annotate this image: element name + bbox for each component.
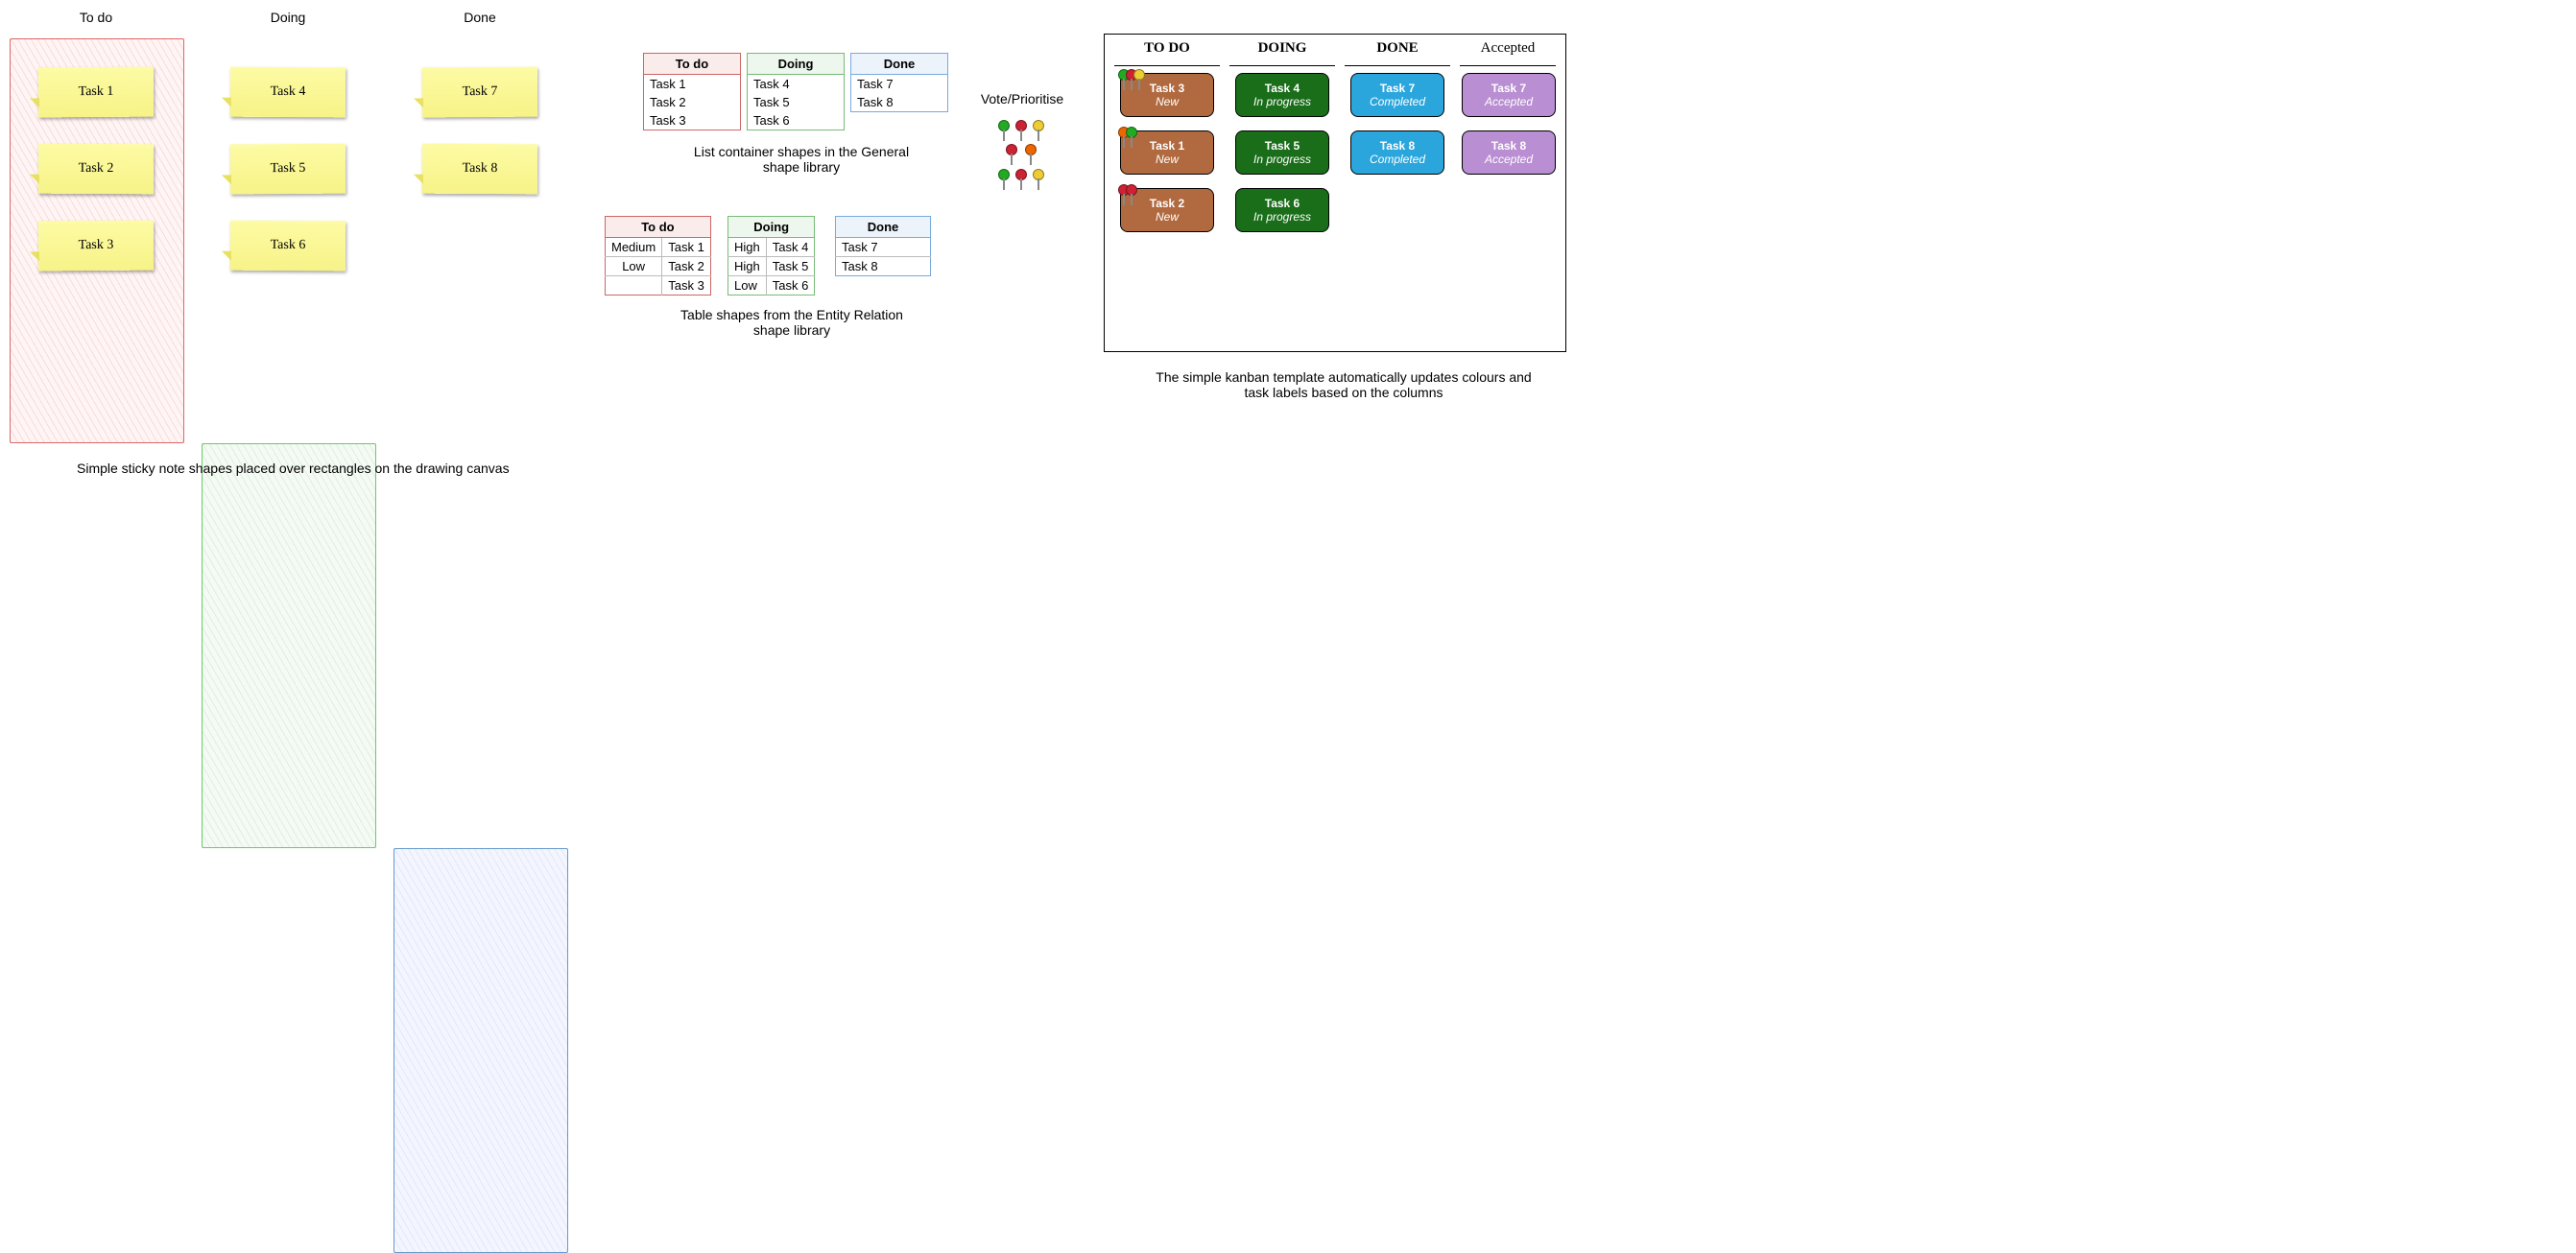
list-header: To do [644, 54, 740, 75]
column-header-todo: To do [10, 10, 182, 25]
pin-icon[interactable] [1015, 120, 1027, 131]
table-cell: Task 5 [766, 257, 815, 276]
task-card[interactable]: Task 8Accepted [1462, 130, 1556, 175]
tpl-header-doing: DOING [1229, 40, 1335, 66]
pin-icon[interactable] [1006, 144, 1017, 155]
task-card[interactable]: Task 7Accepted [1462, 73, 1556, 117]
task-card[interactable]: Task 7Completed [1350, 73, 1444, 117]
pin-icon[interactable] [1015, 169, 1027, 180]
card-title: Task 7 [1491, 82, 1526, 95]
sticky-note[interactable]: Task 3 [38, 221, 154, 272]
table-cell: Task 6 [766, 276, 815, 296]
card-status: Accepted [1485, 95, 1533, 108]
pin-icon[interactable] [1126, 127, 1137, 138]
task-card[interactable]: Task 6In progress [1235, 188, 1329, 232]
pin-icon[interactable] [1033, 169, 1044, 180]
template-board-caption: The simple kanban template automatically… [1152, 369, 1536, 400]
vote-label: Vote/Prioritise [965, 91, 1080, 106]
tpl-header-accepted: Accepted [1460, 40, 1556, 66]
sticky-note[interactable]: Task 4 [230, 67, 346, 118]
table-cell: High [728, 238, 767, 257]
list-shape-doing[interactable]: Doing Task 4 Task 5 Task 6 [747, 53, 845, 130]
list-item: Task 6 [748, 111, 844, 130]
table-header: Doing [728, 217, 815, 238]
card-title: Task 3 [1150, 82, 1184, 95]
task-card[interactable]: Task 5In progress [1235, 130, 1329, 175]
card-status: In progress [1253, 210, 1311, 224]
sticky-kanban-board: To do Doing Done Task 1 Task 2 Task 3 Ta… [10, 0, 585, 1215]
card-status: New [1156, 95, 1179, 108]
card-status: In progress [1253, 95, 1311, 108]
card-title: Task 1 [1150, 139, 1184, 153]
table-shape-todo[interactable]: To do MediumTask 1 LowTask 2 Task 3 [605, 216, 711, 296]
template-kanban-board: TO DO DOING DONE Accepted Task 3New Task… [1104, 34, 1566, 352]
sticky-board-caption: Simple sticky note shapes placed over re… [77, 461, 510, 476]
pin-icon[interactable] [1126, 184, 1137, 196]
list-item: Task 4 [748, 75, 844, 93]
list-shape-todo[interactable]: To do Task 1 Task 2 Task 3 [643, 53, 741, 130]
table-shapes-caption: Table shapes from the Entity Relation sh… [672, 307, 912, 338]
list-item: Task 1 [644, 75, 740, 93]
card-title: Task 5 [1265, 139, 1300, 153]
pin-icon[interactable] [998, 169, 1010, 180]
table-cell: Task 8 [836, 257, 931, 276]
card-status: Accepted [1485, 153, 1533, 166]
table-cell: Task 7 [836, 238, 931, 257]
card-title: Task 8 [1491, 139, 1526, 153]
table-cell [606, 276, 662, 296]
card-status: In progress [1253, 153, 1311, 166]
table-header: To do [606, 217, 711, 238]
pin-icon[interactable] [1025, 144, 1037, 155]
card-title: Task 8 [1380, 139, 1415, 153]
card-status: New [1156, 210, 1179, 224]
pin-icon[interactable] [1033, 120, 1044, 131]
pin-icon[interactable] [998, 120, 1010, 131]
table-shape-done[interactable]: Done Task 7 Task 8 [835, 216, 931, 276]
list-item: Task 8 [851, 93, 947, 111]
table-header: Done [836, 217, 931, 238]
sticky-note[interactable]: Task 7 [422, 67, 537, 118]
list-item: Task 3 [644, 111, 740, 130]
task-card[interactable]: Task 4In progress [1235, 73, 1329, 117]
tpl-header-todo: TO DO [1114, 40, 1220, 66]
card-title: Task 6 [1265, 197, 1300, 210]
card-title: Task 2 [1150, 197, 1184, 210]
table-cell: Medium [606, 238, 662, 257]
list-item: Task 2 [644, 93, 740, 111]
column-header-done: Done [394, 10, 566, 25]
sticky-note[interactable]: Task 2 [38, 144, 154, 195]
list-header: Done [851, 54, 947, 75]
table-cell: Low [606, 257, 662, 276]
list-item: Task 5 [748, 93, 844, 111]
table-cell: Task 4 [766, 238, 815, 257]
card-status: New [1156, 153, 1179, 166]
table-cell: Task 1 [662, 238, 711, 257]
card-title: Task 7 [1380, 82, 1415, 95]
task-card[interactable]: Task 8Completed [1350, 130, 1444, 175]
lane-doing[interactable] [202, 443, 376, 848]
pin-icon[interactable] [1133, 69, 1145, 81]
column-header-doing: Doing [202, 10, 374, 25]
sticky-note[interactable]: Task 6 [230, 221, 346, 272]
lane-done[interactable] [394, 848, 568, 1253]
sticky-note[interactable]: Task 5 [230, 144, 346, 195]
table-cell: Task 3 [662, 276, 711, 296]
card-title: Task 4 [1265, 82, 1300, 95]
tpl-header-done: DONE [1345, 40, 1450, 66]
list-item: Task 7 [851, 75, 947, 93]
card-status: Completed [1370, 153, 1425, 166]
table-cell: High [728, 257, 767, 276]
list-header: Doing [748, 54, 844, 75]
list-shapes-caption: List container shapes in the General sha… [681, 144, 921, 175]
card-status: Completed [1370, 95, 1425, 108]
sticky-note[interactable]: Task 8 [422, 144, 537, 195]
sticky-note[interactable]: Task 1 [38, 67, 154, 118]
table-cell: Task 2 [662, 257, 711, 276]
table-shape-doing[interactable]: Doing HighTask 4 HighTask 5 LowTask 6 [727, 216, 815, 296]
list-shape-done[interactable]: Done Task 7 Task 8 [850, 53, 948, 112]
table-cell: Low [728, 276, 767, 296]
